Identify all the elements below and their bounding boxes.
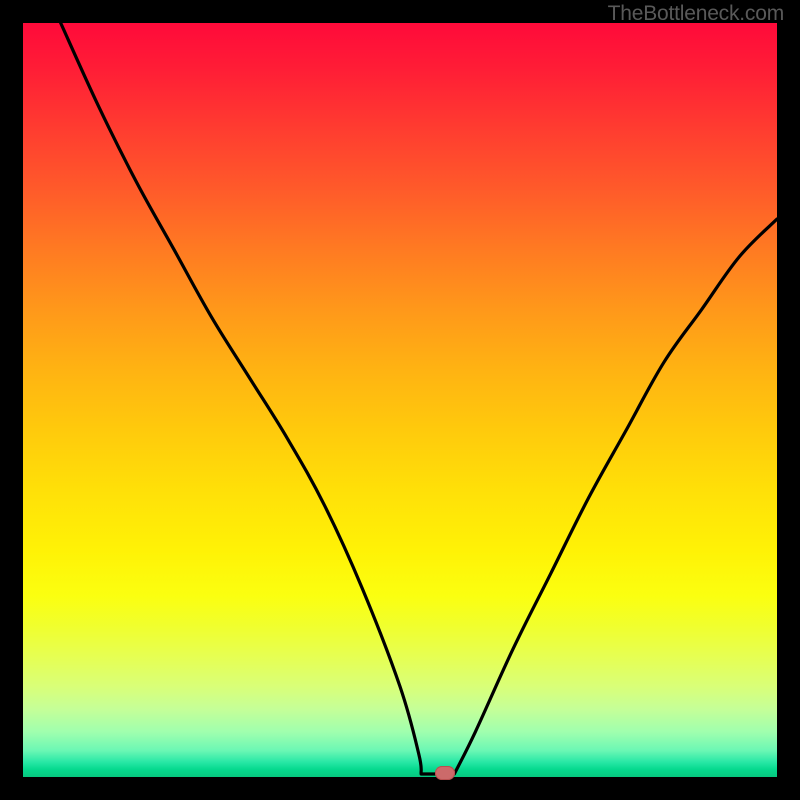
curve-layer bbox=[23, 23, 777, 777]
bottleneck-curve-path bbox=[61, 23, 777, 774]
plot-area bbox=[23, 23, 777, 777]
optimal-point-marker bbox=[435, 766, 455, 780]
chart-frame: TheBottleneck.com bbox=[0, 0, 800, 800]
